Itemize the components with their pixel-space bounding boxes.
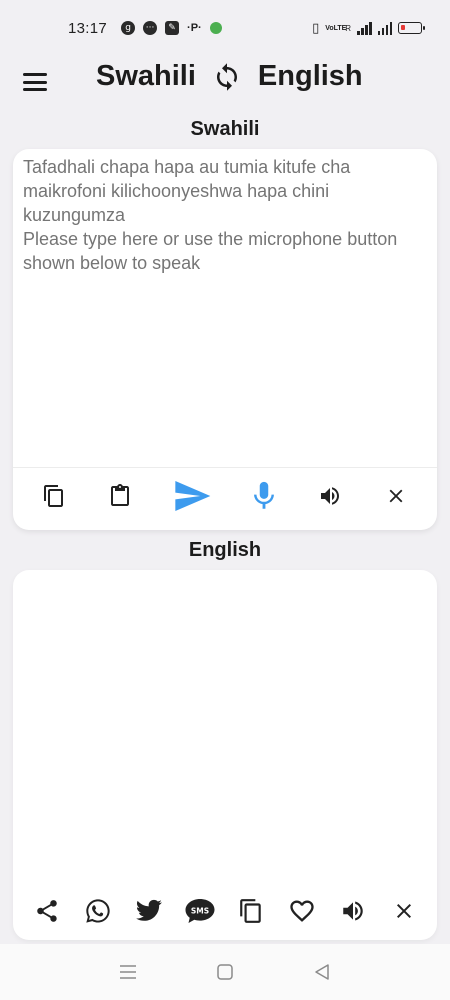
home-icon [217, 964, 233, 980]
status-time: 13:17 [68, 19, 108, 37]
share-button[interactable] [29, 893, 65, 929]
output-text [25, 580, 425, 880]
output-language-label: English [188, 539, 262, 561]
favorite-button[interactable] [284, 893, 320, 929]
svg-text:SMS: SMS [190, 907, 208, 916]
microphone-button[interactable] [246, 478, 282, 514]
close-icon [389, 489, 403, 503]
language-switcher: Swahili English [96, 60, 363, 93]
copy-output-button[interactable] [233, 893, 269, 929]
heart-icon [289, 900, 314, 922]
whatsapp-icon [85, 899, 110, 923]
output-card: SMS [13, 570, 437, 940]
target-language[interactable]: English [258, 60, 363, 93]
paste-button[interactable] [102, 478, 138, 514]
sms-button[interactable]: SMS [182, 893, 218, 929]
menu-button[interactable] [22, 70, 48, 94]
twitter-button[interactable] [131, 893, 167, 929]
status-bar: 13:17 g ··· ✎ ·P· ▯ VoLTE R [0, 0, 450, 56]
speak-output-button[interactable] [335, 893, 371, 929]
divider [13, 467, 437, 468]
clear-input-button[interactable] [378, 478, 414, 514]
input-toolbar [13, 471, 437, 521]
pay-icon: ·P· [187, 22, 202, 34]
status-right: ▯ VoLTE R [312, 20, 425, 36]
menu-icon-line [23, 73, 47, 76]
edit-icon: ✎ [165, 21, 180, 35]
copy-icon [239, 899, 261, 923]
microphone-icon [254, 481, 274, 509]
system-nav-bar [0, 944, 450, 1000]
copy-button[interactable] [36, 478, 72, 514]
menu-icon-line [23, 88, 47, 91]
circle-icon [209, 22, 222, 34]
vibrate-icon: ▯ [312, 20, 320, 35]
volume-icon [342, 901, 363, 921]
sms-icon: SMS [185, 899, 214, 923]
menu-icon [120, 965, 137, 979]
menu-icon-line [23, 80, 47, 84]
home-button[interactable] [210, 957, 240, 987]
back-button[interactable] [307, 957, 337, 987]
volume-icon [321, 487, 339, 505]
twitter-icon [135, 899, 162, 921]
share-icon [36, 900, 57, 922]
network-label: VoLTE [325, 24, 347, 32]
message-icon: ··· [143, 21, 158, 35]
app-bar: Swahili English [0, 56, 450, 108]
translate-send-button[interactable] [168, 478, 216, 514]
signal-icon-2 [377, 21, 392, 35]
output-toolbar: SMS [13, 888, 437, 934]
input-language-label: Swahili [190, 118, 260, 140]
send-icon [175, 481, 211, 511]
close-icon [396, 904, 411, 918]
back-icon [314, 964, 329, 980]
source-language[interactable]: Swahili [96, 60, 196, 93]
copy-icon [44, 485, 63, 507]
swap-languages-icon[interactable] [212, 62, 242, 92]
status-left: 13:17 g ··· ✎ ·P· [68, 20, 222, 37]
battery-icon [398, 22, 425, 34]
input-textarea[interactable] [23, 155, 427, 461]
whatsapp-button[interactable] [80, 893, 116, 929]
g-icon: g [121, 21, 136, 35]
clipboard-icon [111, 484, 129, 506]
clear-output-button[interactable] [386, 893, 422, 929]
input-card [13, 149, 437, 530]
roaming-label: R [345, 23, 351, 33]
speak-input-button[interactable] [312, 478, 348, 514]
recents-button[interactable] [113, 957, 143, 987]
signal-icon-1 [357, 21, 372, 35]
